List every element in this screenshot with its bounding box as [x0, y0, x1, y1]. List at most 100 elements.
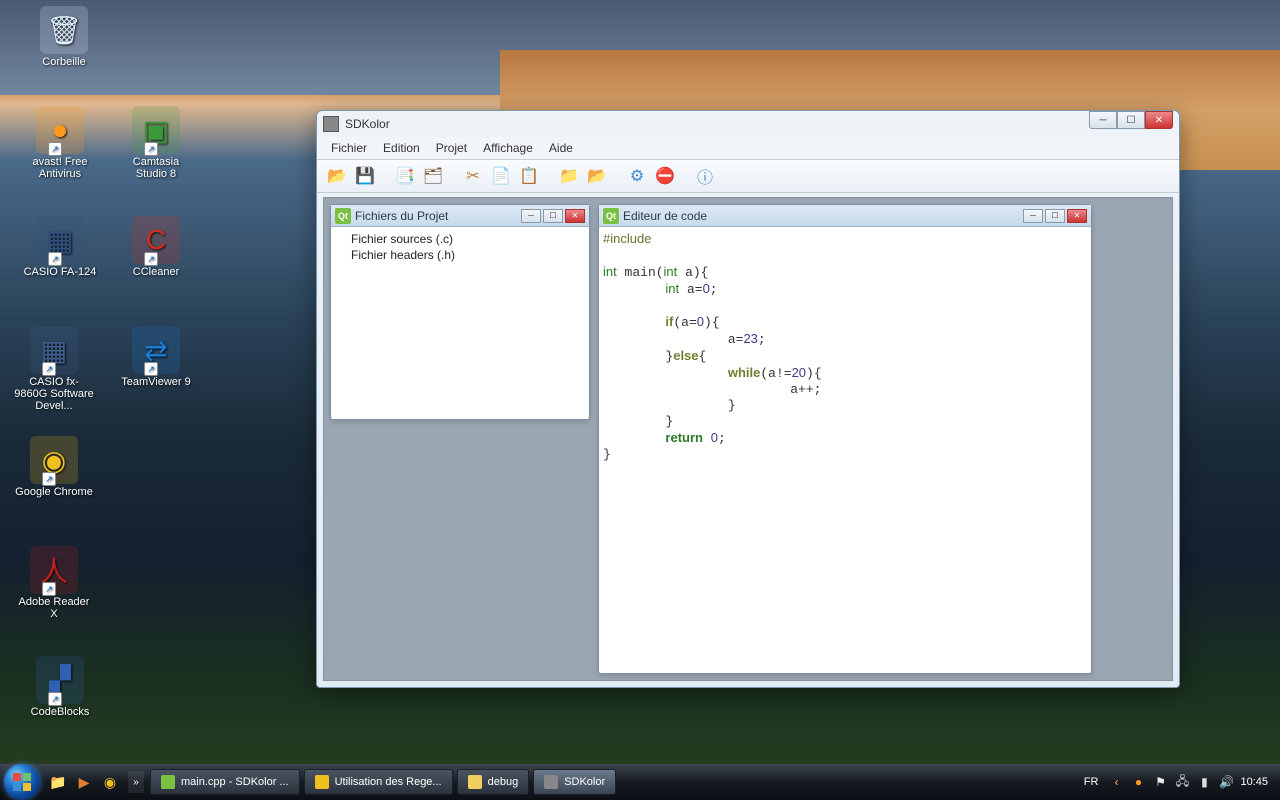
- qt-icon: Qt: [603, 208, 619, 224]
- desktop-icon-adobe-reader[interactable]: 人↗Adobe Reader X: [14, 546, 94, 620]
- app-icon: [323, 116, 339, 132]
- tray-network-icon[interactable]: 🖧: [1174, 774, 1190, 790]
- tree-item-headers[interactable]: Fichier headers (.h): [339, 247, 581, 263]
- shortcut-arrow-icon: ↗: [42, 582, 56, 596]
- shortcut-arrow-icon: ↗: [48, 252, 62, 266]
- icon-label: CASIO fx-9860G Software Devel...: [14, 376, 94, 412]
- pinned-chrome-icon[interactable]: ◉: [98, 769, 122, 795]
- icon-label: Camtasia Studio 8: [116, 156, 196, 180]
- stop-icon[interactable]: ⛔: [653, 164, 677, 188]
- cut-icon[interactable]: ✂: [461, 164, 485, 188]
- panel-maximize-button[interactable]: ☐: [1045, 209, 1065, 223]
- task-label: Utilisation des Rege...: [335, 776, 442, 788]
- task-app-icon: [468, 775, 482, 789]
- shortcut-arrow-icon: ↗: [48, 692, 62, 706]
- taskbar-chevron-icon[interactable]: »: [128, 771, 144, 793]
- mdi-area: Qt Fichiers du Projet ─ ☐ ✕ Fichier sour…: [323, 197, 1173, 681]
- menu-aide[interactable]: Aide: [541, 139, 581, 157]
- clock[interactable]: 10:45: [1240, 776, 1268, 788]
- shortcut-arrow-icon: ↗: [42, 362, 56, 376]
- editor-panel-titlebar[interactable]: Qt Editeur de code ─ ☐ ✕: [599, 205, 1091, 227]
- icon-label: CodeBlocks: [20, 706, 100, 718]
- tray-volume-icon[interactable]: 🔊: [1218, 774, 1234, 790]
- icon-label: Corbeille: [24, 56, 104, 68]
- desktop-icon-teamviewer[interactable]: ⇄↗TeamViewer 9: [116, 326, 196, 388]
- menu-edition[interactable]: Edition: [375, 139, 428, 157]
- icon-label: Google Chrome: [14, 486, 94, 498]
- pinned-explorer-icon[interactable]: 📁: [46, 769, 70, 795]
- desktop-icon-avast[interactable]: ●↗avast! Free Antivirus: [20, 106, 100, 180]
- desktop-icon-codeblocks[interactable]: ▞↗CodeBlocks: [20, 656, 100, 718]
- titlebar[interactable]: SDKolor ─ ☐ ✕: [317, 111, 1179, 137]
- close-button[interactable]: ✕: [1145, 111, 1173, 129]
- task-chrome[interactable]: Utilisation des Rege...: [304, 769, 453, 795]
- copy-icon[interactable]: 📄: [489, 164, 513, 188]
- task-sdkolor[interactable]: SDKolor: [533, 769, 616, 795]
- menu-fichier[interactable]: Fichier: [323, 139, 375, 157]
- editor-panel: Qt Editeur de code ─ ☐ ✕ #include int ma…: [598, 204, 1092, 674]
- tree-item-sources[interactable]: Fichier sources (.c): [339, 231, 581, 247]
- paste-icon[interactable]: 📋: [517, 164, 541, 188]
- project-tree[interactable]: Fichier sources (.c) Fichier headers (.h…: [331, 227, 589, 267]
- pinned-apps: 📁 ▶ ◉: [46, 769, 122, 795]
- panel-close-button[interactable]: ✕: [565, 209, 585, 223]
- open-icon[interactable]: 📂: [325, 164, 349, 188]
- desktop-icon-chrome[interactable]: ◉↗Google Chrome: [14, 436, 94, 498]
- tray-action-center-icon[interactable]: ⚑: [1152, 774, 1168, 790]
- open-folder-icon[interactable]: 📂: [585, 164, 609, 188]
- panel-maximize-button[interactable]: ☐: [543, 209, 563, 223]
- taskbar: 📁 ▶ ◉ » main.cpp - SDKolor ... Utilisatio…: [0, 764, 1280, 800]
- task-app-icon: [161, 775, 175, 789]
- help-icon[interactable]: ⓘ: [693, 164, 717, 188]
- icon-label: TeamViewer 9: [116, 376, 196, 388]
- panel-minimize-button[interactable]: ─: [521, 209, 541, 223]
- icon-label: avast! Free Antivirus: [20, 156, 100, 180]
- shortcut-arrow-icon: ↗: [48, 142, 62, 156]
- menu-projet[interactable]: Projet: [428, 139, 475, 157]
- shortcut-arrow-icon: ↗: [144, 362, 158, 376]
- task-sdkolor-src[interactable]: main.cpp - SDKolor ...: [150, 769, 300, 795]
- project-panel-titlebar[interactable]: Qt Fichiers du Projet ─ ☐ ✕: [331, 205, 589, 227]
- language-indicator[interactable]: FR: [1080, 774, 1103, 790]
- menubar: Fichier Edition Projet Affichage Aide: [317, 137, 1179, 160]
- tray-avast-icon[interactable]: ●: [1130, 774, 1146, 790]
- code-editor[interactable]: #include int main(int a){ int a=0; if(a=…: [599, 227, 1091, 467]
- settings-icon[interactable]: ⚙: [625, 164, 649, 188]
- tray-chevron-icon[interactable]: ‹: [1108, 774, 1124, 790]
- shortcut-arrow-icon: ↗: [42, 472, 56, 486]
- icon-label: Adobe Reader X: [14, 596, 94, 620]
- task-label: debug: [488, 776, 519, 788]
- desktop-icon-camtasia[interactable]: ▣↗Camtasia Studio 8: [116, 106, 196, 180]
- tray-battery-icon[interactable]: ▮: [1196, 774, 1212, 790]
- task-label: main.cpp - SDKolor ...: [181, 776, 289, 788]
- window-title: SDKolor: [345, 117, 390, 131]
- panel-minimize-button[interactable]: ─: [1023, 209, 1043, 223]
- qt-icon: Qt: [335, 208, 351, 224]
- save-all-icon[interactable]: 📑: [393, 164, 417, 188]
- maximize-button[interactable]: ☐: [1117, 111, 1145, 129]
- desktop-icon-recycle-bin[interactable]: 🗑Corbeille: [24, 6, 104, 68]
- project-panel: Qt Fichiers du Projet ─ ☐ ✕ Fichier sour…: [330, 204, 590, 420]
- new-folder-icon[interactable]: 📁: [557, 164, 581, 188]
- task-app-icon: [544, 775, 558, 789]
- save-icon[interactable]: 💾: [353, 164, 377, 188]
- menu-affichage[interactable]: Affichage: [475, 139, 541, 157]
- minimize-button[interactable]: ─: [1089, 111, 1117, 129]
- icon-label: CCleaner: [116, 266, 196, 278]
- toolbar: 📂 💾 📑 🗂 ✂ 📄 📋 📁 📂 ⚙ ⛔ ⓘ: [317, 160, 1179, 193]
- task-label: SDKolor: [564, 776, 605, 788]
- copy-files-icon[interactable]: 🗂: [421, 164, 445, 188]
- desktop-icon-casio-fx9860g[interactable]: ▦↗CASIO fx-9860G Software Devel...: [14, 326, 94, 412]
- task-app-icon: [315, 775, 329, 789]
- panel-close-button[interactable]: ✕: [1067, 209, 1087, 223]
- sdkolor-window: SDKolor ─ ☐ ✕ Fichier Edition Projet Aff…: [316, 110, 1180, 688]
- system-tray: FR ‹ ● ⚑ 🖧 ▮ 🔊 10:45: [1080, 774, 1276, 790]
- icon-label: CASIO FA-124: [20, 266, 100, 278]
- desktop-icon-ccleaner[interactable]: C↗CCleaner: [116, 216, 196, 278]
- project-panel-title: Fichiers du Projet: [355, 209, 448, 223]
- task-explorer[interactable]: debug: [457, 769, 530, 795]
- start-button[interactable]: [4, 764, 40, 800]
- pinned-player-icon[interactable]: ▶: [72, 769, 96, 795]
- shortcut-arrow-icon: ↗: [144, 252, 158, 266]
- desktop-icon-casio-fa124[interactable]: ▦↗CASIO FA-124: [20, 216, 100, 278]
